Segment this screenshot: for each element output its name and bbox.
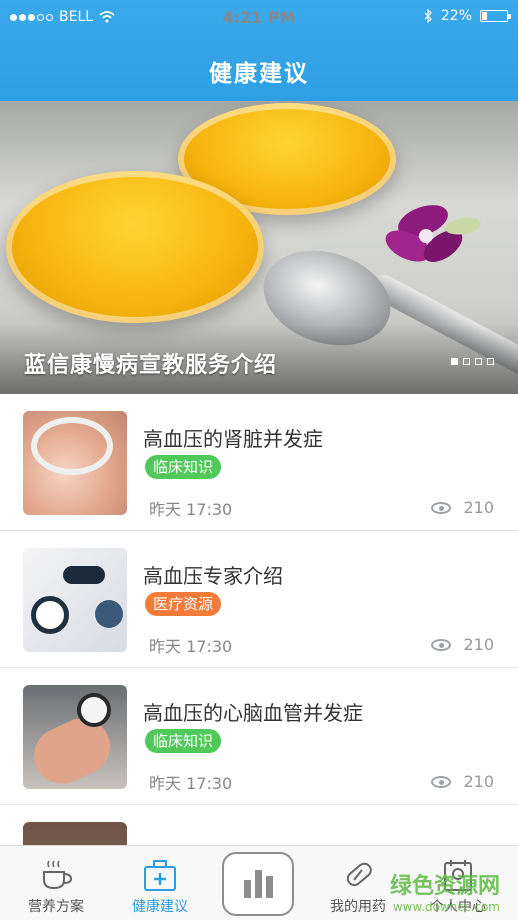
cup-icon [43, 860, 73, 890]
top-bar: BELL 4:21 PM 22% 健康建议 [0, 0, 518, 101]
banner-pager[interactable] [451, 358, 494, 365]
bar-chart-icon [244, 870, 273, 898]
article-title: 高血压的肾脏并发症 [143, 427, 323, 451]
article-item[interactable]: 高血压专家介绍 医疗资源 昨天 17:30 210 [0, 531, 518, 668]
page-title: 健康建议 [209, 61, 309, 87]
eye-icon [431, 775, 452, 788]
article-views: 210 [431, 635, 494, 654]
tab-bar: 营养方案 健康建议 我的用药 个人中心 [0, 845, 518, 920]
eye-icon [431, 501, 452, 514]
article-time: 昨天 17:30 [149, 774, 233, 793]
article-time: 昨天 17:30 [149, 637, 233, 656]
pill-icon [346, 862, 372, 887]
view-count: 210 [463, 498, 494, 517]
health-advice-screen: BELL 4:21 PM 22% 健康建议 蓝信康慢病宣教服务介绍 高血压的肾脏… [0, 0, 518, 920]
bluetooth-icon [424, 9, 432, 23]
article-tag: 临床知识 [145, 729, 222, 753]
pager-dot-active[interactable] [451, 358, 458, 365]
article-views: 210 [431, 498, 494, 517]
tab-label: 营养方案 [28, 899, 84, 915]
view-count: 210 [463, 635, 494, 654]
battery-percent: 22% [440, 8, 472, 24]
article-thumbnail [23, 685, 127, 789]
tab-label: 我的用药 [330, 899, 386, 915]
tab-my-medication[interactable]: 我的用药 [308, 846, 408, 920]
tab-nutrition[interactable]: 营养方案 [6, 846, 106, 920]
article-time: 昨天 17:30 [149, 500, 233, 519]
bowl-image [6, 171, 264, 323]
flower-image [385, 205, 481, 262]
pager-dot[interactable] [475, 358, 482, 365]
article-tag: 医疗资源 [145, 592, 222, 616]
article-item[interactable]: 高血压的心脑血管并发症 临床知识 昨天 17:30 210 [0, 668, 518, 805]
article-views: 210 [431, 772, 494, 791]
article-thumbnail [23, 548, 127, 652]
article-title: 高血压的心脑血管并发症 [143, 701, 363, 725]
center-chart-button[interactable] [222, 852, 294, 916]
battery-fill [482, 12, 487, 20]
article-title: 高血压专家介绍 [143, 564, 283, 588]
medical-kit-icon [144, 860, 176, 891]
article-item[interactable]: 高血压的肾脏并发症 临床知识 昨天 17:30 210 [0, 394, 518, 531]
view-count: 210 [463, 772, 494, 791]
status-bar: BELL 4:21 PM 22% [0, 0, 518, 34]
article-thumbnail [23, 411, 127, 515]
tab-label: 健康建议 [132, 899, 188, 915]
profile-icon [444, 860, 472, 891]
battery-icon [480, 10, 511, 22]
pager-dot[interactable] [487, 358, 494, 365]
tab-health-advice[interactable]: 健康建议 [110, 846, 210, 920]
article-tag: 临床知识 [145, 455, 222, 479]
article-list: 高血压的肾脏并发症 临床知识 昨天 17:30 210 高血压专家介绍 医疗资源… [0, 394, 518, 920]
status-right: 22% [424, 8, 511, 24]
tab-label: 个人中心 [430, 899, 486, 915]
banner-caption: 蓝信康慢病宣教服务介绍 [24, 353, 278, 378]
tab-profile[interactable]: 个人中心 [408, 846, 508, 920]
pager-dot[interactable] [463, 358, 470, 365]
banner-carousel[interactable]: 蓝信康慢病宣教服务介绍 [0, 101, 518, 394]
eye-icon [431, 638, 452, 651]
